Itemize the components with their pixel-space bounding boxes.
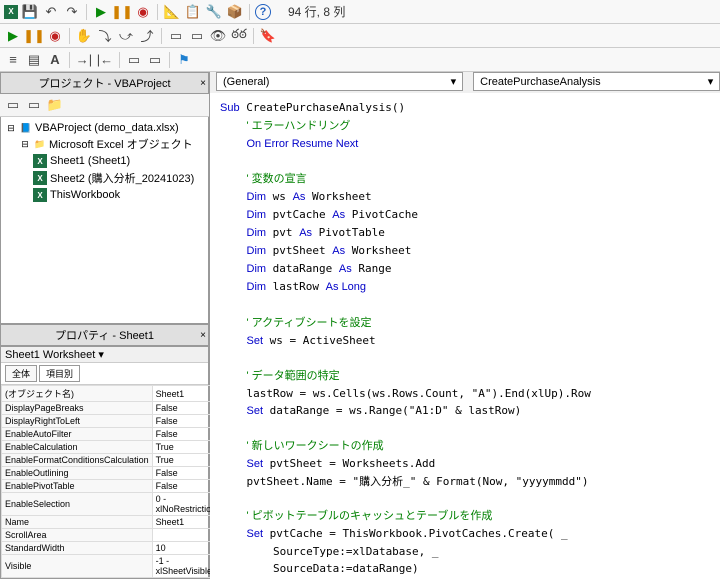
property-row[interactable]: EnableAutoFilterFalse (2, 428, 225, 441)
step-over-icon[interactable]: ⤻ (117, 27, 135, 45)
step-out-icon[interactable]: ⤴ (138, 27, 156, 45)
view-object-icon[interactable]: ▭ (25, 96, 43, 114)
run-icon[interactable]: ▶ (92, 3, 110, 21)
chevron-down-icon: ▾ (451, 75, 457, 88)
quick-watch-icon[interactable]: ఠఠ (230, 27, 248, 45)
redo-icon[interactable]: ↷ (63, 3, 81, 21)
property-row[interactable]: ScrollArea (2, 529, 225, 542)
properties-icon[interactable]: 🔧 (205, 3, 223, 21)
step-into-icon[interactable]: ⤵ (96, 27, 114, 45)
property-row[interactable]: DisplayRightToLeftFalse (2, 415, 225, 428)
cursor-position: 94 行, 8 列 (288, 3, 345, 20)
list-props-icon[interactable]: ≡ (4, 51, 22, 69)
left-panel: プロジェクト - VBAProject × ▭ ▭ 📁 ⊟ 📘 VBAProje… (0, 72, 210, 579)
procedure-dropdown[interactable]: CreatePurchaseAnalysis▾ (473, 72, 720, 91)
property-row[interactable]: EnableSelection0 - xlNoRestrictions (2, 493, 225, 516)
code-editor[interactable]: Sub CreatePurchaseAnalysis() ' エラーハンドリング… (210, 93, 720, 579)
excel-icon[interactable]: X (4, 5, 18, 19)
folder-icon: 📁 (34, 138, 46, 150)
tab-categorized[interactable]: 項目別 (39, 365, 80, 382)
view-code-icon[interactable]: ▭ (4, 96, 22, 114)
toolbar-3: ≡ ▤ A →| |← ▭ ▭ ⚑ (0, 48, 720, 72)
chevron-down-icon: ▾ (708, 75, 714, 88)
project-title: プロジェクト - VBAProject (38, 75, 170, 91)
hand-icon[interactable]: ✋ (75, 27, 93, 45)
object-browser-icon[interactable]: 📦 (226, 3, 244, 21)
property-row[interactable]: EnableOutliningFalse (2, 467, 225, 480)
properties-object-name: Sheet1 Worksheet (5, 349, 95, 361)
object-dropdown[interactable]: (General)▾ (216, 72, 463, 91)
worksheet-icon: X (33, 154, 47, 168)
property-row[interactable]: Visible-1 - xlSheetVisible (2, 555, 225, 578)
stop-icon[interactable]: ◉ (134, 3, 152, 21)
immediate-window-icon[interactable]: ▭ (188, 27, 206, 45)
undo-icon[interactable]: ↶ (42, 3, 60, 21)
uncomment-icon[interactable]: ▭ (146, 51, 164, 69)
stop-icon-2[interactable]: ◉ (46, 27, 64, 45)
property-row[interactable]: StandardWidth10 (2, 542, 225, 555)
toggle-folders-icon[interactable]: 📁 (46, 96, 64, 114)
tree-item-sheet2[interactable]: X Sheet2 (購入分析_20241023) (5, 169, 204, 187)
close-icon[interactable]: × (200, 330, 206, 341)
pause-icon-2[interactable]: ❚❚ (25, 27, 43, 45)
property-row[interactable]: EnableFormatConditionsCalculationTrue (2, 454, 225, 467)
property-row[interactable]: (オブジェクト名)Sheet1 (2, 386, 225, 402)
save-icon[interactable]: 💾 (21, 3, 39, 21)
vba-project-icon: 📘 (20, 122, 32, 134)
tab-alphabetic[interactable]: 全体 (5, 365, 37, 382)
project-explorer-header: プロジェクト - VBAProject × (0, 72, 209, 94)
close-icon[interactable]: × (200, 78, 206, 89)
worksheet-icon: X (33, 171, 47, 185)
project-tree: ⊟ 📘 VBAProject (demo_data.xlsx) ⊟ 📁 Micr… (0, 117, 209, 324)
breakpoint-icon[interactable]: 🔖 (259, 27, 277, 45)
toolbar-2: ▶ ❚❚ ◉ ✋ ⤵ ⤻ ⤴ ▭ ▭ 👁 ఠఠ 🔖 (0, 24, 720, 48)
properties-table: (オブジェクト名)Sheet1DisplayPageBreaksFalseDis… (1, 385, 225, 578)
properties-tabs: 全体 項目別 (1, 363, 208, 385)
a-icon[interactable]: A (46, 51, 64, 69)
tree-root[interactable]: ⊟ 📘 VBAProject (demo_data.xlsx) (5, 121, 204, 135)
code-dropdowns: (General)▾ CreatePurchaseAnalysis▾ (210, 72, 720, 93)
tree-item-thisworkbook[interactable]: X ThisWorkbook (5, 187, 204, 203)
tree-folder[interactable]: ⊟ 📁 Microsoft Excel オブジェクト (5, 135, 204, 153)
locals-window-icon[interactable]: ▭ (167, 27, 185, 45)
outdent-icon[interactable]: |← (96, 51, 114, 69)
workbook-icon: X (33, 188, 47, 202)
property-row[interactable]: EnablePivotTableFalse (2, 480, 225, 493)
list-const-icon[interactable]: ▤ (25, 51, 43, 69)
project-icon[interactable]: 📋 (184, 3, 202, 21)
comment-icon[interactable]: ▭ (125, 51, 143, 69)
property-row[interactable]: EnableCalculationTrue (2, 441, 225, 454)
watch-window-icon[interactable]: 👁 (209, 27, 227, 45)
project-toolbar: ▭ ▭ 📁 (0, 94, 209, 117)
collapse-icon[interactable]: ⊟ (19, 138, 31, 150)
properties-title: プロパティ - Sheet1 (55, 327, 154, 343)
toolbar-1: X 💾 ↶ ↷ ▶ ❚❚ ◉ 📐 📋 🔧 📦 ? 94 行, 8 列 (0, 0, 720, 24)
pause-icon[interactable]: ❚❚ (113, 3, 131, 21)
properties-header: プロパティ - Sheet1 × (0, 324, 209, 346)
property-row[interactable]: NameSheet1 (2, 516, 225, 529)
help-icon[interactable]: ? (255, 4, 271, 20)
chevron-down-icon[interactable]: ▾ (98, 349, 104, 361)
collapse-icon[interactable]: ⊟ (5, 122, 17, 134)
property-row[interactable]: DisplayPageBreaksFalse (2, 402, 225, 415)
code-panel: (General)▾ CreatePurchaseAnalysis▾ Sub C… (210, 72, 720, 579)
indent-icon[interactable]: →| (75, 51, 93, 69)
properties-panel: Sheet1 Worksheet ▾ 全体 項目別 (オブジェクト名)Sheet… (0, 346, 209, 579)
bookmark-flag-icon[interactable]: ⚑ (175, 51, 193, 69)
tree-item-sheet1[interactable]: X Sheet1 (Sheet1) (5, 153, 204, 169)
run-icon-2[interactable]: ▶ (4, 27, 22, 45)
design-mode-icon[interactable]: 📐 (163, 3, 181, 21)
